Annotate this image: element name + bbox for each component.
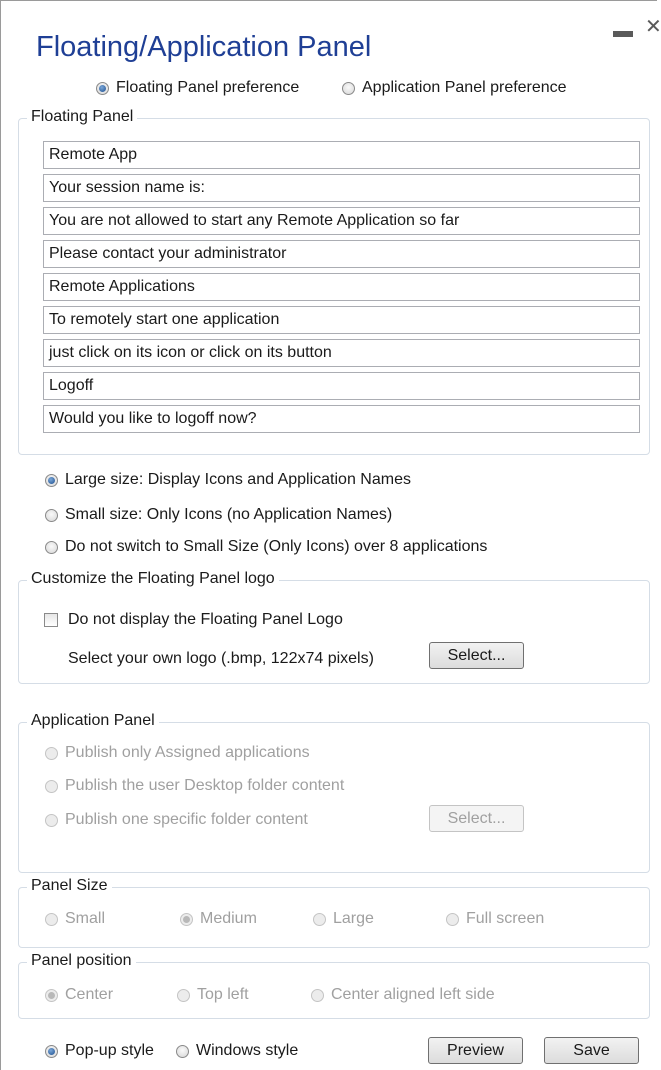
position-center-left-radio[interactable]: Center aligned left side	[311, 986, 495, 1004]
session-name-field[interactable]: Your session name is:	[43, 174, 640, 202]
select-logo-button[interactable]: Select...	[429, 642, 524, 669]
application-preference-label: Application Panel preference	[362, 79, 567, 96]
application-panel-group: Application Panel Publish only Assigned …	[18, 712, 650, 873]
panel-position-group: Panel position Center Top left Center al…	[18, 952, 650, 1019]
hide-logo-label: Do not display the Floating Panel Logo	[68, 611, 343, 628]
settings-window: ✕ Floating/Application Panel Floating Pa…	[0, 0, 661, 1070]
assigned-apps-label: Publish only Assigned applications	[65, 744, 310, 761]
specific-folder-label: Publish one specific folder content	[65, 811, 308, 828]
radio-unselected-icon	[45, 813, 58, 827]
radio-selected-icon	[45, 473, 58, 487]
large-size-label: Large size: Display Icons and Applicatio…	[65, 471, 411, 488]
radio-selected-icon	[45, 1044, 58, 1058]
popup-style-label: Pop-up style	[65, 1042, 154, 1059]
radio-unselected-icon	[342, 81, 355, 95]
select-folder-button[interactable]: Select...	[429, 805, 524, 832]
save-button[interactable]: Save	[544, 1037, 639, 1064]
radio-unselected-icon	[177, 988, 190, 1002]
large-size-radio[interactable]: Large size: Display Icons and Applicatio…	[45, 471, 411, 489]
position-center-radio[interactable]: Center	[45, 986, 113, 1004]
logoff-confirm-field[interactable]: Would you like to logoff now?	[43, 405, 640, 433]
specific-folder-radio[interactable]: Publish one specific folder content	[45, 811, 308, 829]
logo-hint: Select your own logo (.bmp, 122x74 pixel…	[68, 650, 374, 667]
radio-unselected-icon	[45, 779, 58, 793]
no-switch-label: Do not switch to Small Size (Only Icons)…	[65, 538, 488, 555]
small-size-label: Small size: Only Icons (no Application N…	[65, 506, 393, 523]
floating-panel-group: Floating Panel Remote App Your session n…	[18, 108, 650, 455]
size-small-radio[interactable]: Small	[45, 910, 105, 928]
remote-applications-field[interactable]: Remote Applications	[43, 273, 640, 301]
position-center-label: Center	[65, 986, 114, 1003]
size-full-label: Full screen	[466, 910, 545, 927]
radio-unselected-icon	[446, 912, 459, 926]
application-preference-radio[interactable]: Application Panel preference	[342, 79, 567, 97]
windows-style-radio[interactable]: Windows style	[176, 1042, 298, 1060]
radio-unselected-icon	[45, 508, 58, 522]
minimize-icon[interactable]	[613, 31, 633, 37]
size-medium-radio[interactable]: Medium	[180, 910, 257, 928]
radio-selected-icon	[180, 912, 193, 926]
radio-unselected-icon	[45, 540, 58, 554]
hide-logo-checkbox[interactable]: Do not display the Floating Panel Logo	[44, 611, 343, 629]
size-medium-label: Medium	[200, 910, 257, 927]
desktop-folder-radio[interactable]: Publish the user Desktop folder content	[45, 777, 344, 795]
radio-unselected-icon	[45, 746, 58, 760]
window-title: Floating/Application Panel	[36, 31, 372, 63]
desktop-folder-label: Publish the user Desktop folder content	[65, 777, 345, 794]
windows-style-label: Windows style	[196, 1042, 299, 1059]
radio-unselected-icon	[176, 1044, 189, 1058]
preview-button[interactable]: Preview	[428, 1037, 523, 1064]
size-full-radio[interactable]: Full screen	[446, 910, 544, 928]
size-small-label: Small	[65, 910, 106, 927]
logo-group: Customize the Floating Panel logo Do not…	[18, 570, 650, 684]
panel-size-legend: Panel Size	[27, 877, 112, 895]
radio-selected-icon	[96, 81, 109, 95]
panel-size-group: Panel Size Small Medium Large Full scree…	[18, 877, 650, 948]
floating-preference-radio[interactable]: Floating Panel preference	[96, 79, 299, 97]
floating-preference-label: Floating Panel preference	[116, 79, 300, 96]
not-allowed-field[interactable]: You are not allowed to start any Remote …	[43, 207, 640, 235]
remote-app-field[interactable]: Remote App	[43, 141, 640, 169]
checkbox-unchecked-icon	[44, 613, 58, 627]
close-icon[interactable]: ✕	[645, 17, 661, 37]
radio-selected-icon	[45, 988, 58, 1002]
start-application-field[interactable]: To remotely start one application	[43, 306, 640, 334]
position-top-left-label: Top left	[197, 986, 249, 1003]
radio-unselected-icon	[313, 912, 326, 926]
logoff-field[interactable]: Logoff	[43, 372, 640, 400]
contact-admin-field[interactable]: Please contact your administrator	[43, 240, 640, 268]
click-icon-field[interactable]: just click on its icon or click on its b…	[43, 339, 640, 367]
panel-position-legend: Panel position	[27, 952, 136, 970]
popup-style-radio[interactable]: Pop-up style	[45, 1042, 154, 1060]
no-switch-radio[interactable]: Do not switch to Small Size (Only Icons)…	[45, 538, 487, 556]
small-size-radio[interactable]: Small size: Only Icons (no Application N…	[45, 506, 392, 524]
floating-panel-legend: Floating Panel	[27, 108, 138, 126]
size-large-label: Large	[333, 910, 374, 927]
position-top-left-radio[interactable]: Top left	[177, 986, 249, 1004]
logo-legend: Customize the Floating Panel logo	[27, 570, 279, 588]
size-large-radio[interactable]: Large	[313, 910, 374, 928]
position-center-left-label: Center aligned left side	[331, 986, 495, 1003]
radio-unselected-icon	[311, 988, 324, 1002]
radio-unselected-icon	[45, 912, 58, 926]
application-panel-legend: Application Panel	[27, 712, 159, 730]
assigned-apps-radio[interactable]: Publish only Assigned applications	[45, 744, 310, 762]
